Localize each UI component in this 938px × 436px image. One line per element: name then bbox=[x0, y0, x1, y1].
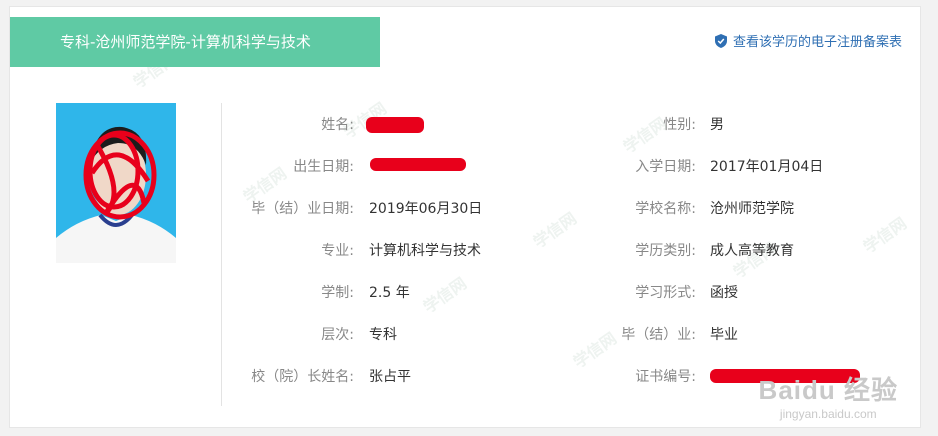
completion-status-value: 毕业 bbox=[710, 327, 738, 343]
president-name-label: 校（院）长姓名: bbox=[251, 369, 354, 385]
baidu-jingyan-watermark: Baidu 经验 jingyan.baidu.com bbox=[759, 370, 898, 421]
major-label: 专业: bbox=[321, 243, 354, 259]
name-redaction bbox=[366, 117, 424, 133]
president-name-value: 张占平 bbox=[369, 369, 411, 385]
school-name-label: 学校名称: bbox=[635, 201, 696, 217]
completion-status-label: 毕（结）业: bbox=[621, 327, 696, 343]
graduation-date-value: 2019年06月30日 bbox=[369, 201, 483, 217]
birth-date-label: 出生日期: bbox=[293, 159, 354, 175]
name-label: 姓名: bbox=[321, 117, 354, 133]
enrollment-date-label: 入学日期: bbox=[635, 159, 696, 175]
education-category-value: 成人高等教育 bbox=[710, 243, 794, 259]
certificate-number-label: 证书编号: bbox=[635, 369, 696, 385]
baidu-url: jingyan.baidu.com bbox=[779, 407, 877, 421]
view-registration-label: 查看该学历的电子注册备案表 bbox=[732, 35, 902, 50]
education-record-card: 学信网 学信网 学信网 学信网 学信网 学信网 学信网 学信网 学信网 专科-沧… bbox=[9, 6, 921, 428]
school-name-value: 沧州师范学院 bbox=[710, 201, 794, 217]
baidu-brand: Baidu 经验 bbox=[758, 375, 898, 405]
watermark: 学信网 bbox=[859, 213, 910, 257]
gender-label: 性别: bbox=[663, 117, 696, 133]
enrollment-date-value: 2017年01月04日 bbox=[710, 159, 824, 175]
level-value: 专科 bbox=[369, 327, 397, 343]
study-mode-value: 函授 bbox=[710, 285, 738, 301]
major-value: 计算机科学与技术 bbox=[369, 243, 481, 259]
study-mode-label: 学习形式: bbox=[635, 285, 696, 301]
program-length-label: 学制: bbox=[321, 285, 354, 301]
level-label: 层次: bbox=[321, 327, 354, 343]
birth-date-redaction bbox=[370, 158, 466, 171]
shield-check-icon bbox=[714, 33, 727, 48]
divider bbox=[221, 103, 222, 406]
view-registration-link[interactable]: 查看该学历的电子注册备案表 bbox=[714, 31, 902, 50]
program-length-value: 2.5 年 bbox=[369, 285, 410, 301]
watermark: 学信网 bbox=[419, 273, 470, 317]
gender-value: 男 bbox=[710, 117, 724, 133]
student-photo bbox=[56, 103, 176, 263]
education-category-label: 学历类别: bbox=[635, 243, 696, 259]
degree-banner: 专科-沧州师范学院-计算机科学与技术 bbox=[10, 17, 380, 67]
graduation-date-label: 毕（结）业日期: bbox=[251, 201, 354, 217]
